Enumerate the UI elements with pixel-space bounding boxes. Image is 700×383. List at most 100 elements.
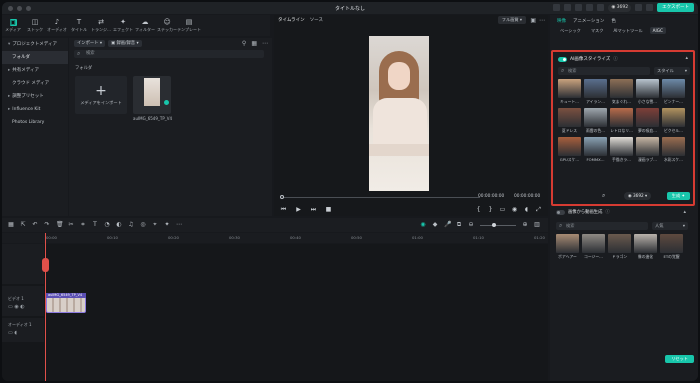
style-category-dropdown[interactable]: スタイル ▾: [654, 67, 690, 75]
ai-tools-icon[interactable]: ✦: [164, 222, 170, 228]
video-preview[interactable]: [369, 36, 429, 191]
fullscreen-icon[interactable]: ⤢: [535, 206, 542, 213]
text-icon[interactable]: T: [92, 222, 98, 228]
import-media-tile[interactable]: + メディアをインポート: [75, 76, 127, 114]
tab-timeline[interactable]: タイムライン: [278, 17, 305, 23]
tab-animation[interactable]: アニメーション: [573, 18, 604, 24]
ai-style-card[interactable]: 水彩スケ…: [662, 137, 685, 163]
tool-template[interactable]: ▤ テンプレート: [177, 15, 201, 36]
video-template-card[interactable]: ポアヘアー: [556, 234, 579, 260]
ai-style-card[interactable]: 夢の吸血…: [636, 108, 659, 134]
subtab-ai-matte[interactable]: AIマットツール: [610, 27, 645, 35]
subtab-mask[interactable]: マスク: [588, 27, 607, 35]
gift-icon[interactable]: [564, 4, 572, 11]
mark-in-icon[interactable]: {: [475, 206, 482, 213]
layout-icon[interactable]: [635, 4, 643, 11]
tool-effect[interactable]: ✦ エフェクト: [112, 15, 134, 36]
ai-style-card[interactable]: 気まぐれ…: [610, 79, 633, 105]
monitor-icon[interactable]: ▭: [499, 206, 506, 213]
ai-style-card[interactable]: アイラン…: [584, 79, 607, 105]
cloud-icon[interactable]: [575, 4, 583, 11]
tool-audio[interactable]: ♪ オーディオ: [46, 15, 68, 36]
stop-icon[interactable]: ■: [325, 206, 332, 213]
zoom-in-icon[interactable]: ⊕: [522, 222, 528, 228]
undo-icon[interactable]: ↶: [32, 222, 38, 228]
quality-dropdown[interactable]: フル画質 ▾: [497, 16, 526, 24]
tool-title[interactable]: T タイトル: [68, 15, 90, 36]
sidebar-item-folder[interactable]: フォルダ: [2, 51, 68, 64]
tab-video[interactable]: 映像: [557, 18, 566, 24]
more-icon[interactable]: ⋯: [539, 17, 545, 24]
subtab-aigc[interactable]: AIGC: [649, 27, 666, 34]
crop-icon[interactable]: ⌗: [80, 222, 86, 228]
timeline-layout-icon[interactable]: ▥: [534, 222, 540, 228]
video-template-card[interactable]: ドラゴン: [608, 234, 631, 260]
media-search-input[interactable]: 検索: [74, 50, 264, 58]
timeline-ruler[interactable]: 00:00 00:10 00:20 00:30 00:40 00:50 01:00 01:10…: [2, 233, 548, 243]
tool-stock[interactable]: ◫ ストック: [24, 15, 46, 36]
zoom-icon[interactable]: ⌕: [602, 192, 605, 200]
tab-color[interactable]: 色: [611, 18, 616, 24]
sidebar-item-adjust-presets[interactable]: ▸ 調整プリセット: [2, 90, 68, 103]
tool-sticker[interactable]: ☺ ステッカー: [156, 15, 178, 36]
export-button[interactable]: エクスポート: [657, 3, 694, 12]
media-clip-thumbnail[interactable]: [133, 76, 171, 114]
track-controls-icon[interactable]: ▭ ◉ ◐: [8, 304, 25, 310]
snap-icon[interactable]: ⧉: [456, 222, 462, 228]
tool-media[interactable]: ▣ メディア: [2, 15, 24, 36]
volume-icon[interactable]: ◖: [523, 206, 530, 213]
filter-icon[interactable]: ⚲: [242, 40, 246, 47]
audio-icon[interactable]: ♫: [128, 222, 134, 228]
video-template-card[interactable]: ETの覚醒: [660, 234, 683, 260]
ai-style-search-input[interactable]: 検索: [558, 67, 650, 75]
sidebar-item-influence-kit[interactable]: ▸ Influence Kit: [2, 103, 68, 116]
info-icon[interactable]: ⓘ: [605, 209, 609, 215]
layout-icon[interactable]: ▦: [8, 222, 14, 228]
ai-style-card[interactable]: 夏ドレス: [558, 108, 581, 134]
ai-style-card[interactable]: 小さな雪…: [636, 79, 659, 105]
chevron-up-icon[interactable]: ▴: [685, 55, 688, 61]
video-template-search-input[interactable]: 検索: [556, 222, 648, 230]
import-dropdown[interactable]: インポート ▾: [74, 39, 106, 47]
step-forward-icon[interactable]: ⏭: [310, 206, 317, 213]
record-dropdown[interactable]: ▣ 録画/録音 ▾: [108, 39, 142, 47]
ai-style-card[interactable]: ピクセル…: [662, 108, 685, 134]
save-icon[interactable]: [586, 4, 594, 11]
mic-icon[interactable]: 🎤: [444, 222, 451, 228]
more-icon[interactable]: ⋯: [262, 40, 268, 47]
render-icon[interactable]: ◉: [420, 222, 426, 228]
playback-scrubber[interactable]: [280, 197, 480, 198]
tool-transition[interactable]: ⇄ トランジ…: [90, 15, 112, 36]
fullscreen-icon[interactable]: [646, 4, 654, 11]
step-back-icon[interactable]: ⏮: [280, 206, 287, 213]
color-icon[interactable]: ◐: [116, 222, 122, 228]
delete-icon[interactable]: 🗑: [56, 222, 64, 228]
speed-icon[interactable]: ◔: [104, 222, 110, 228]
play-icon[interactable]: ▶: [295, 206, 302, 213]
grid-view-icon[interactable]: ▦: [251, 40, 257, 47]
stabilize-icon[interactable]: ⌖: [152, 222, 158, 228]
zoom-out-icon[interactable]: ⊖: [468, 222, 474, 228]
ai-style-card[interactable]: 漫画ラブ…: [636, 137, 659, 163]
sidebar-item-shared-media[interactable]: ▸ 共有メディア: [2, 64, 68, 77]
redo-icon[interactable]: ↷: [44, 222, 50, 228]
video-category-dropdown[interactable]: 人気 ▾: [652, 222, 688, 230]
camera-icon[interactable]: ◉: [511, 206, 518, 213]
marker-icon[interactable]: ◆: [432, 222, 438, 228]
ai-stylize-toggle[interactable]: [558, 56, 567, 62]
sidebar-item-project-media[interactable]: ▾ プロジェクトメディア: [2, 38, 68, 51]
ai-style-card[interactable]: 手描きラ…: [610, 137, 633, 163]
ai-style-card[interactable]: ピンナー…: [662, 79, 685, 105]
reset-button[interactable]: リセット: [665, 355, 694, 363]
audio-track-controls-icon[interactable]: ▭ ◖: [8, 330, 17, 336]
select-icon[interactable]: ⇱: [20, 222, 26, 228]
playhead-handle[interactable]: [42, 258, 49, 272]
ai-style-card[interactable]: 雨雲の色…: [584, 108, 607, 134]
split-icon[interactable]: ✂: [68, 222, 74, 228]
image-to-video-toggle[interactable]: [556, 209, 565, 215]
info-icon[interactable]: ⓘ: [613, 56, 618, 62]
playhead-line[interactable]: [45, 233, 46, 381]
mask-icon[interactable]: ◎: [140, 222, 146, 228]
video-template-card[interactable]: コージー…: [582, 234, 605, 260]
ai-style-card[interactable]: レトロなリ…: [610, 108, 633, 134]
